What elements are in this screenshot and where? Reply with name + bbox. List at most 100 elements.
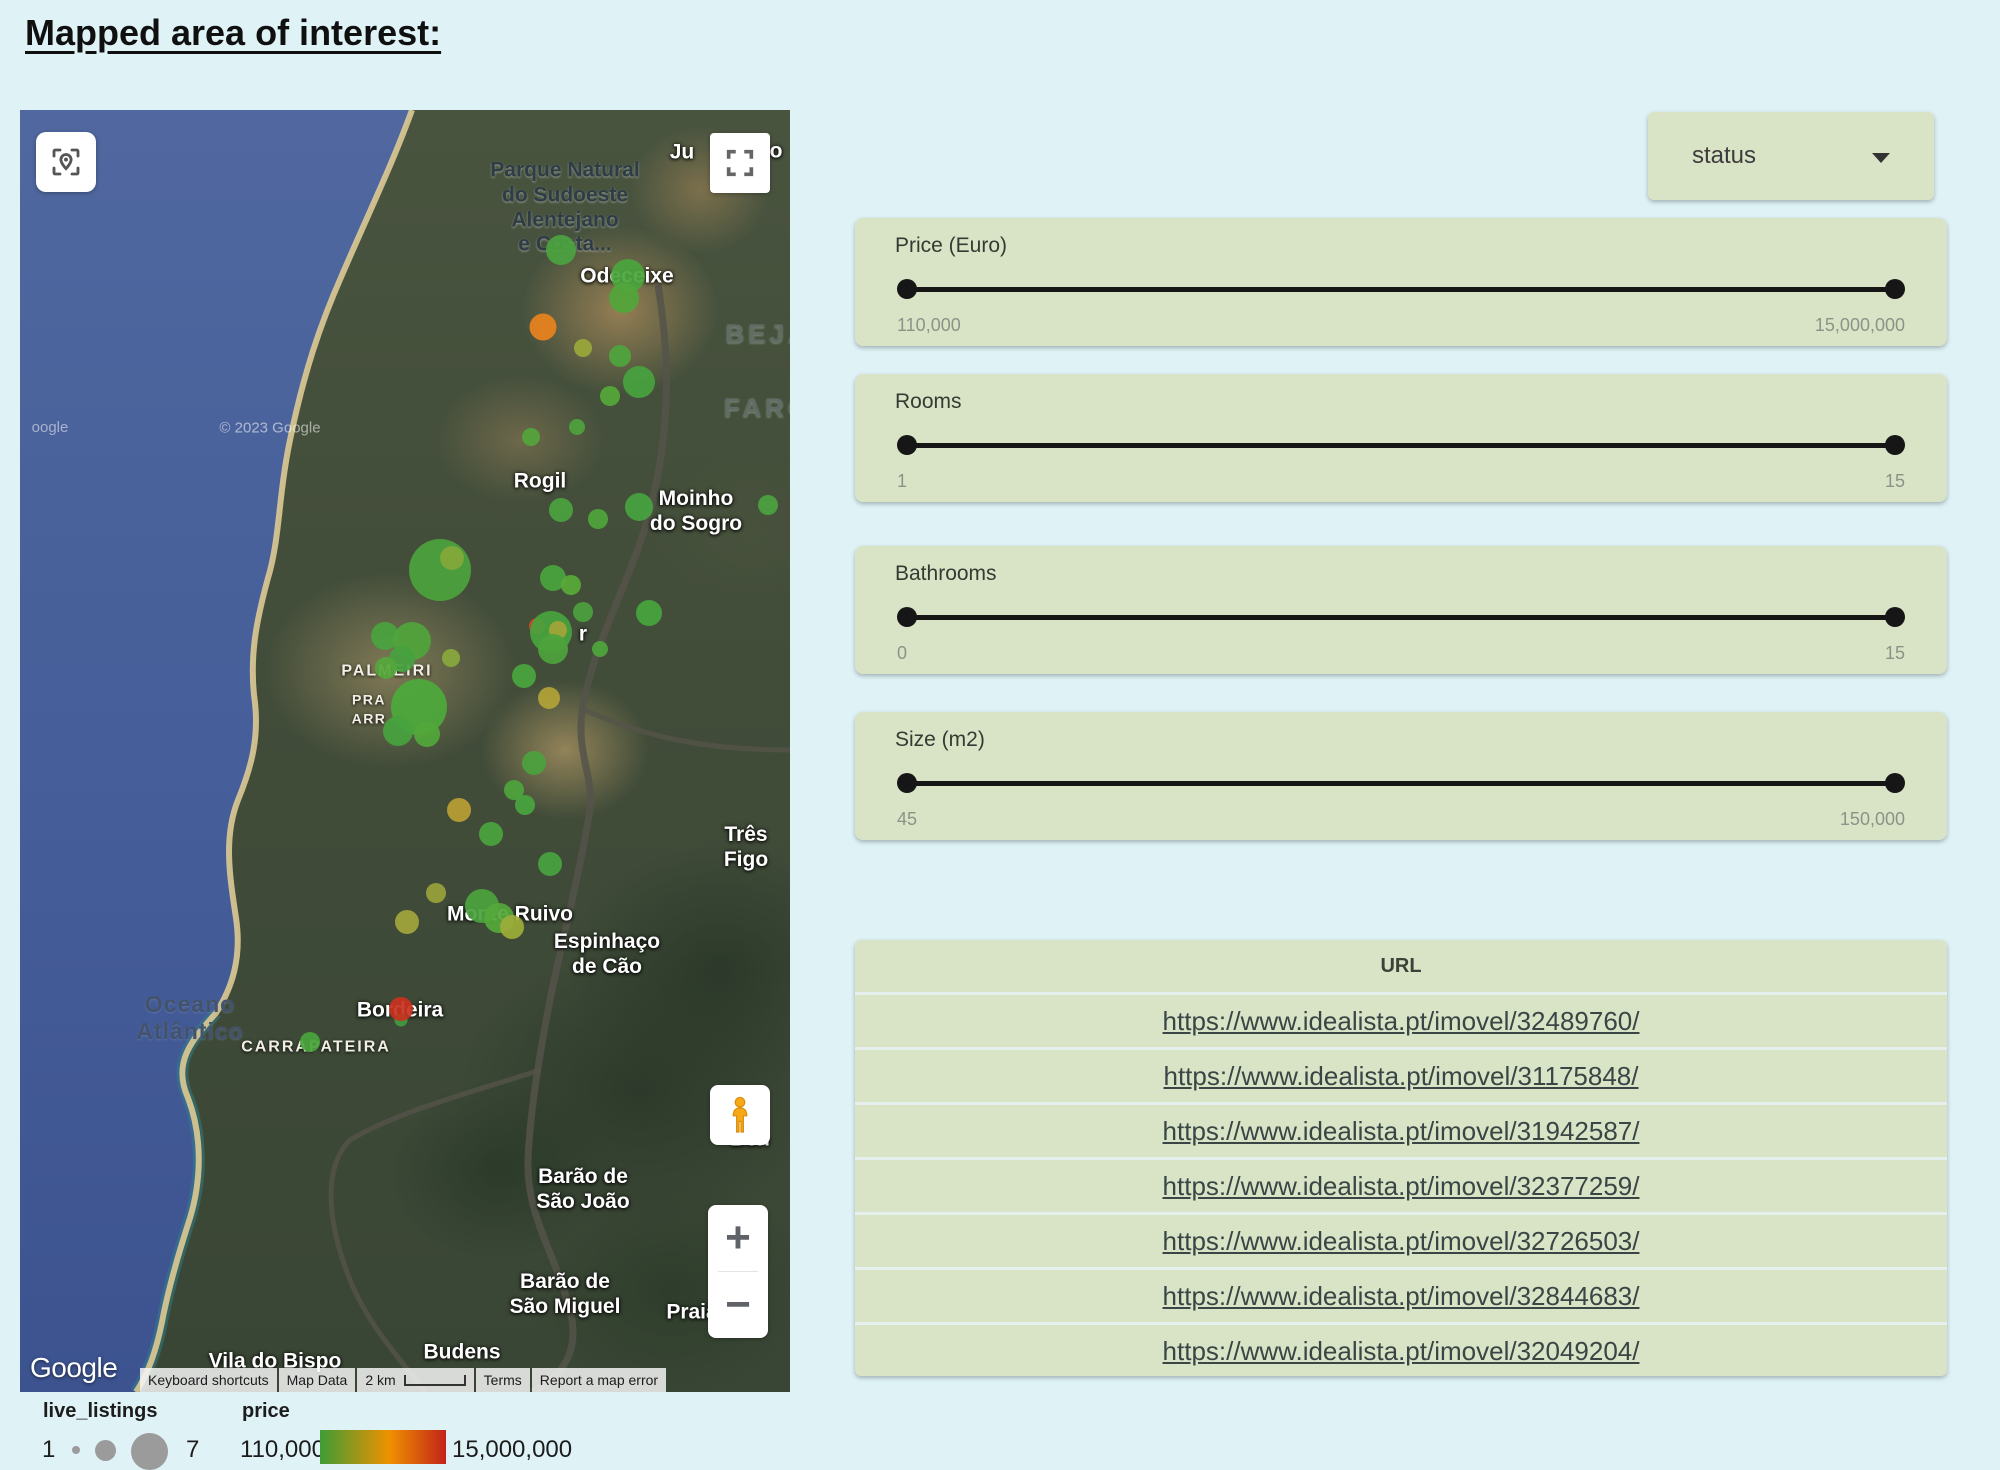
slider-track[interactable] bbox=[900, 606, 1902, 628]
listing-url-link[interactable]: https://www.idealista.pt/imovel/32377259… bbox=[1163, 1171, 1640, 1202]
listing-url-link[interactable]: https://www.idealista.pt/imovel/32489760… bbox=[1163, 1006, 1640, 1037]
report-map-error-link[interactable]: Report a map error bbox=[532, 1368, 666, 1392]
listing-marker[interactable] bbox=[538, 852, 562, 876]
listing-marker[interactable] bbox=[549, 498, 573, 522]
listing-url-link[interactable]: https://www.idealista.pt/imovel/32049204… bbox=[1163, 1336, 1640, 1367]
map-place-label: Barão de São Miguel bbox=[510, 1270, 621, 1320]
table-row: https://www.idealista.pt/imovel/32726503… bbox=[855, 1212, 1947, 1267]
listing-marker[interactable] bbox=[300, 1032, 320, 1052]
listing-marker[interactable] bbox=[389, 997, 413, 1021]
slider-min-value: 1 bbox=[897, 471, 907, 492]
slider-track[interactable] bbox=[900, 772, 1902, 794]
listing-marker[interactable] bbox=[609, 345, 631, 367]
map-place-label: Barão de São João bbox=[536, 1165, 629, 1215]
slider-track[interactable] bbox=[900, 278, 1902, 300]
listing-url-link[interactable]: https://www.idealista.pt/imovel/31175848… bbox=[1163, 1061, 1638, 1092]
slider-handle-min[interactable] bbox=[897, 435, 917, 455]
listing-url-link[interactable]: https://www.idealista.pt/imovel/32844683… bbox=[1163, 1281, 1640, 1312]
slider-label: Rooms bbox=[895, 390, 962, 414]
listing-marker[interactable] bbox=[479, 822, 503, 846]
slider-line bbox=[900, 443, 1902, 448]
listing-marker[interactable] bbox=[383, 716, 413, 746]
listing-marker[interactable] bbox=[588, 509, 608, 529]
locate-pin-icon bbox=[48, 144, 84, 180]
listing-marker[interactable] bbox=[573, 602, 593, 622]
listing-marker[interactable] bbox=[375, 657, 397, 679]
size-legend-max: 7 bbox=[186, 1436, 199, 1464]
map-data-link[interactable]: Map Data bbox=[279, 1368, 356, 1392]
listing-marker[interactable] bbox=[592, 641, 608, 657]
price-gradient-bar bbox=[320, 1430, 446, 1464]
google-logo[interactable]: Google bbox=[30, 1352, 117, 1384]
listing-marker[interactable] bbox=[623, 366, 655, 398]
slider-handle-max[interactable] bbox=[1885, 279, 1905, 299]
listing-marker[interactable] bbox=[522, 751, 546, 775]
listing-marker[interactable] bbox=[538, 634, 568, 664]
listing-url-link[interactable]: https://www.idealista.pt/imovel/32726503… bbox=[1163, 1226, 1640, 1257]
listing-marker[interactable] bbox=[758, 495, 778, 515]
map-place-label: PRA bbox=[352, 692, 386, 709]
fullscreen-button[interactable] bbox=[710, 133, 770, 193]
filter-panel-price: Price (Euro)110,00015,000,000 bbox=[855, 218, 1947, 346]
slider-max-value: 15,000,000 bbox=[1815, 315, 1905, 336]
map-place-label: Oceano Atlântico bbox=[136, 991, 243, 1045]
slider-track[interactable] bbox=[900, 434, 1902, 456]
listing-marker[interactable] bbox=[395, 910, 419, 934]
slider-handle-max[interactable] bbox=[1885, 607, 1905, 627]
road-east bbox=[585, 710, 790, 750]
listing-marker[interactable] bbox=[609, 283, 639, 313]
listing-url-link[interactable]: https://www.idealista.pt/imovel/31942587… bbox=[1163, 1116, 1640, 1147]
listing-marker[interactable] bbox=[409, 539, 471, 601]
listing-marker[interactable] bbox=[512, 664, 536, 688]
slider-line bbox=[900, 615, 1902, 620]
filter-panel-bathrooms: Bathrooms015 bbox=[855, 546, 1947, 674]
zoom-out-button[interactable]: − bbox=[708, 1272, 768, 1338]
slider-handle-max[interactable] bbox=[1885, 773, 1905, 793]
slider-max-value: 15 bbox=[1885, 643, 1905, 664]
slider-label: Bathrooms bbox=[895, 562, 997, 586]
keyboard-shortcuts-link[interactable]: Keyboard shortcuts bbox=[140, 1368, 277, 1392]
satellite-map[interactable]: © 2023 Google Parque Natural do Sudoeste… bbox=[20, 110, 790, 1392]
url-table-body: https://www.idealista.pt/imovel/32489760… bbox=[855, 992, 1947, 1376]
chevron-down-icon bbox=[1872, 153, 1890, 163]
scale-bar bbox=[404, 1375, 466, 1386]
slider-handle-max[interactable] bbox=[1885, 435, 1905, 455]
status-dropdown-label: status bbox=[1692, 142, 1756, 170]
listing-marker[interactable] bbox=[600, 386, 620, 406]
listing-marker[interactable] bbox=[515, 795, 535, 815]
road-main bbox=[528, 285, 667, 1392]
listing-marker[interactable] bbox=[447, 798, 471, 822]
table-row: https://www.idealista.pt/imovel/32377259… bbox=[855, 1157, 1947, 1212]
url-table-header: URL bbox=[855, 940, 1947, 992]
zoom-in-button[interactable]: + bbox=[708, 1205, 768, 1271]
slider-handle-min[interactable] bbox=[897, 607, 917, 627]
page-title: Mapped area of interest: bbox=[25, 12, 441, 54]
listing-marker[interactable] bbox=[414, 721, 440, 747]
listing-marker[interactable] bbox=[440, 546, 464, 570]
map-place-label: Ju bbox=[670, 141, 695, 166]
listing-marker[interactable] bbox=[561, 575, 581, 595]
size-legend-dot-medium bbox=[95, 1440, 116, 1461]
listing-marker[interactable] bbox=[500, 915, 524, 939]
listing-marker[interactable] bbox=[546, 235, 576, 265]
listing-marker[interactable] bbox=[625, 493, 653, 521]
status-dropdown[interactable]: status bbox=[1648, 112, 1934, 200]
listing-marker[interactable] bbox=[574, 339, 592, 357]
listing-marker[interactable] bbox=[426, 883, 446, 903]
slider-handle-min[interactable] bbox=[897, 773, 917, 793]
locate-area-button[interactable] bbox=[36, 132, 96, 192]
pegman-button[interactable] bbox=[710, 1085, 770, 1145]
table-row: https://www.idealista.pt/imovel/32489760… bbox=[855, 992, 1947, 1047]
size-legend-title: live_listings bbox=[43, 1400, 158, 1423]
listing-marker[interactable] bbox=[530, 314, 557, 341]
listing-marker[interactable] bbox=[636, 600, 662, 626]
listing-marker[interactable] bbox=[569, 419, 585, 435]
listing-marker[interactable] bbox=[522, 428, 540, 446]
listing-marker[interactable] bbox=[442, 649, 460, 667]
terms-link[interactable]: Terms bbox=[476, 1368, 530, 1392]
scale-label: 2 km bbox=[365, 1372, 395, 1388]
table-row: https://www.idealista.pt/imovel/32844683… bbox=[855, 1267, 1947, 1322]
listing-marker[interactable] bbox=[538, 687, 560, 709]
slider-handle-min[interactable] bbox=[897, 279, 917, 299]
map-copyright-watermark: © 2023 Google bbox=[219, 420, 320, 437]
